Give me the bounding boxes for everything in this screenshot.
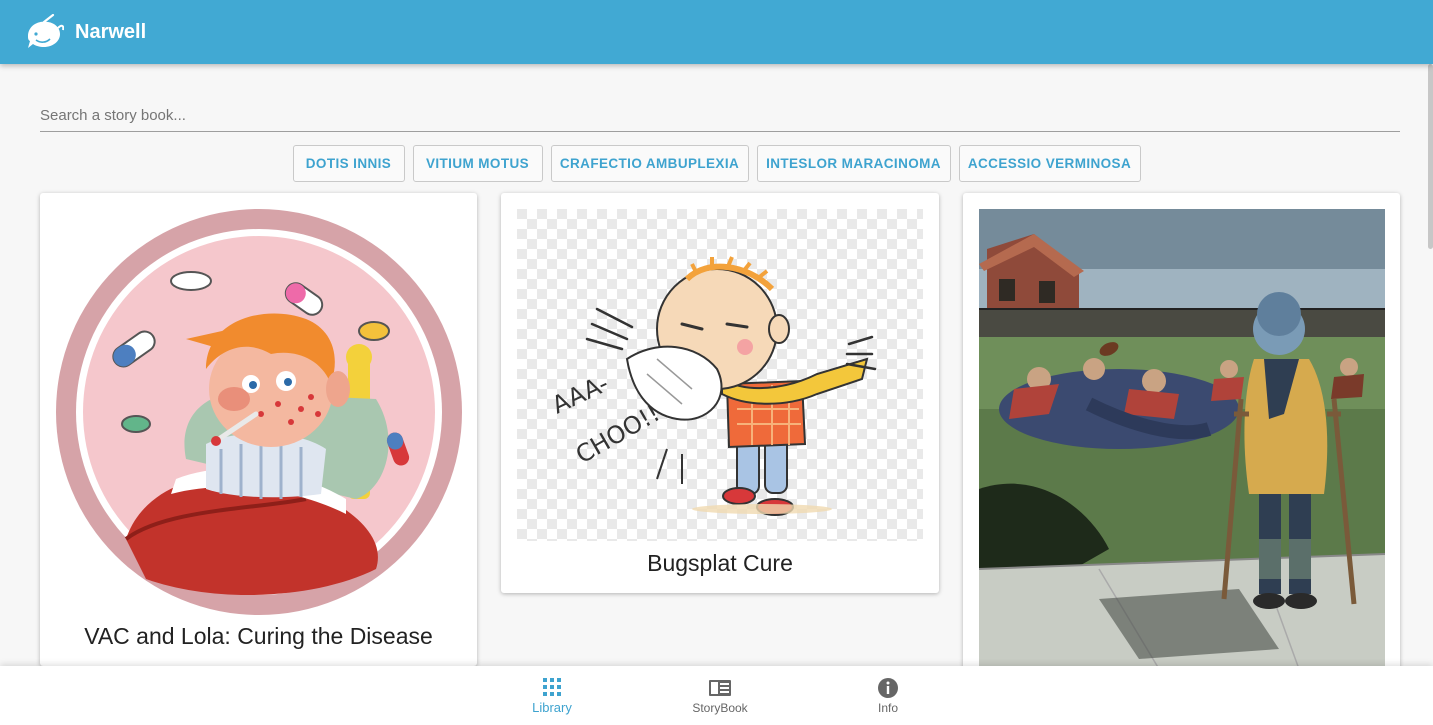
book-title: VAC and Lola: Curing the Disease	[84, 623, 433, 649]
book-card[interactable]	[963, 193, 1400, 683]
info-icon	[878, 677, 898, 698]
bottom-navigation: Library StoryBook Info	[0, 666, 1433, 725]
nav-storybook[interactable]: StoryBook	[660, 666, 780, 725]
nav-info-label: Info	[877, 700, 898, 715]
category-button-dotis-innis[interactable]: DOTIS INNIS	[292, 145, 405, 182]
narwhal-icon[interactable]	[22, 14, 64, 52]
sick-boy-illustration	[56, 209, 462, 615]
book-card[interactable]: VAC and Lola: Curing the Disease	[40, 193, 477, 666]
app-title: Narwell	[75, 21, 147, 43]
boy-on-crutches-illustration	[979, 209, 1385, 669]
book-title: Bugsplat Cure	[647, 550, 793, 576]
category-filter-bar: DOTIS INNIS VITIUM MOTUS CRAFECTIO AMBUP…	[0, 145, 1433, 182]
book-icon	[709, 679, 731, 696]
category-button-accessio-verminosa[interactable]: ACCESSIO VERMINOSA	[958, 145, 1141, 182]
category-button-crafectio-ambuplexia[interactable]: CRAFECTIO AMBUPLEXIA	[550, 145, 749, 182]
page-scrollbar[interactable]	[1428, 64, 1433, 249]
nav-library[interactable]: Library	[492, 666, 612, 725]
sneezing-child-illustration: AAA- CHOO!!	[517, 209, 923, 541]
category-button-vitium-motus[interactable]: VITIUM MOTUS	[412, 145, 543, 182]
nav-library-label: Library	[532, 700, 572, 715]
search-input[interactable]	[40, 100, 1400, 130]
grid-icon	[543, 678, 561, 696]
nav-storybook-label: StoryBook	[692, 700, 748, 715]
nav-info[interactable]: Info	[828, 666, 948, 725]
search-field	[40, 100, 1400, 132]
category-button-inteslor-maracinoma[interactable]: INTESLOR MARACINOMA	[756, 145, 951, 182]
book-card[interactable]: AAA- CHOO!! Bugsplat Cure	[501, 193, 939, 593]
app-bar: Narwell	[0, 0, 1433, 64]
